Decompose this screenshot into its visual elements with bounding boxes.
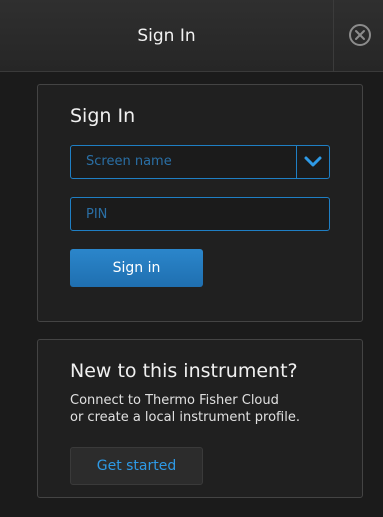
sign-in-heading: Sign In — [70, 105, 136, 127]
description-line-1: Connect to Thermo Fisher Cloud — [70, 393, 279, 408]
title-bar: Sign In — [0, 0, 383, 72]
title-divider — [333, 0, 334, 72]
select-divider — [296, 146, 297, 178]
pin-input[interactable] — [70, 197, 330, 231]
close-icon — [355, 30, 365, 40]
window-title: Sign In — [137, 26, 196, 46]
chevron-down-icon[interactable] — [303, 155, 323, 169]
new-instrument-card: New to this instrument? Connect to Therm… — [37, 339, 363, 498]
description-line-2: or create a local instrument profile. — [70, 410, 300, 425]
sign-in-button[interactable]: Sign in — [70, 249, 203, 287]
screen-name-placeholder: Screen name — [86, 154, 172, 169]
close-button[interactable] — [349, 24, 371, 46]
get-started-button[interactable]: Get started — [70, 447, 203, 485]
screen-name-select[interactable]: Screen name — [70, 145, 330, 179]
sign-in-card: Sign In Screen name Sign in — [37, 84, 363, 322]
new-instrument-description: Connect to Thermo Fisher Cloud or create… — [70, 392, 300, 426]
new-instrument-heading: New to this instrument? — [70, 360, 298, 382]
